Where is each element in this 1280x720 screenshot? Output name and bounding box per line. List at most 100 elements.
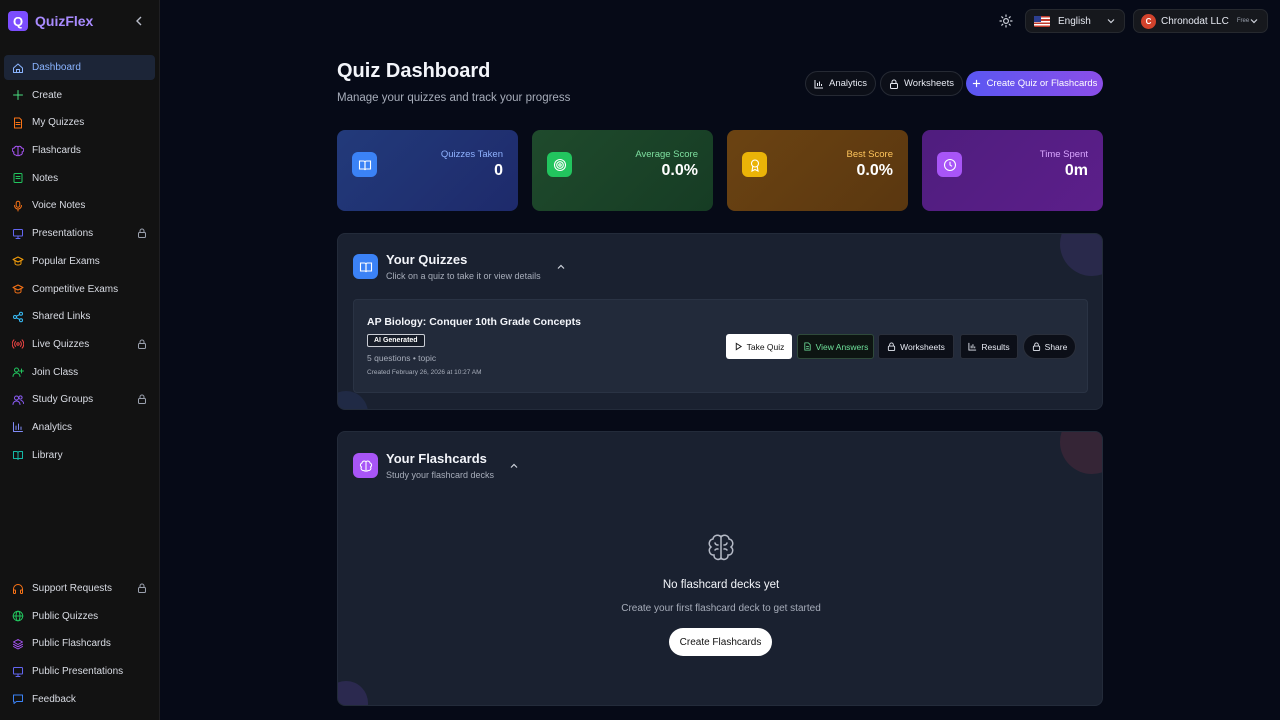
stat-value: 0.0% [661, 162, 698, 179]
lock-icon [138, 339, 146, 349]
file-icon [12, 117, 24, 129]
brand[interactable]: Q QuizFlex [8, 11, 93, 31]
theme-toggle-button[interactable] [999, 14, 1013, 28]
brand-name: QuizFlex [35, 13, 94, 29]
sidebar-item-label: Public Quizzes [32, 610, 99, 622]
collapse-sidebar-button[interactable] [132, 15, 146, 29]
create-quiz-button[interactable]: Create Quiz or Flashcards [966, 71, 1103, 96]
worksheets-button[interactable]: Worksheets [880, 71, 963, 96]
sidebar-item-analytics[interactable]: Analytics [4, 415, 155, 440]
sidebar-item-label: Create [32, 89, 63, 101]
sidebar-item-live-quizzes[interactable]: Live Quizzes [4, 332, 155, 357]
sidebar-item-presentations[interactable]: Presentations [4, 221, 155, 246]
results-button[interactable]: Results [960, 334, 1018, 359]
stat-card-average-score: Average Score 0.0% [532, 130, 713, 211]
sidebar-item-library[interactable]: Library [4, 443, 155, 468]
lock-icon [138, 228, 146, 239]
lock-icon [138, 583, 146, 593]
sidebar-item-support-requests[interactable]: Support Requests [4, 576, 155, 601]
quiz-created-date: Created February 26, 2026 at 10:27 AM [367, 369, 482, 376]
quiz-meta: 5 questions • topic [367, 353, 437, 363]
sidebar-item-label: Library [32, 449, 63, 461]
sidebar-item-public-quizzes[interactable]: Public Quizzes [4, 604, 155, 629]
sidebar-item-competitive-exams[interactable]: Competitive Exams [4, 277, 155, 302]
target-icon [547, 152, 572, 177]
message-icon [12, 693, 24, 705]
broadcast-icon [12, 338, 24, 350]
headphones-icon [12, 583, 24, 595]
sidebar-item-feedback[interactable]: Feedback [4, 687, 155, 712]
book-open-icon [352, 152, 377, 177]
view-answers-button[interactable]: View Answers [797, 334, 874, 359]
sidebar-item-notes[interactable]: Notes [4, 166, 155, 191]
lock-icon [888, 342, 896, 351]
language-label: English [1058, 15, 1091, 27]
sidebar-item-create[interactable]: Create [4, 83, 155, 108]
award-icon [742, 152, 767, 177]
sidebar-item-voice-notes[interactable]: Voice Notes [4, 193, 155, 218]
sidebar-item-label: Presentations [32, 228, 94, 240]
section-subtitle: Click on a quiz to take it or view detai… [386, 271, 541, 281]
stat-card-best-score: Best Score 0.0% [727, 130, 908, 211]
home-icon [12, 62, 24, 74]
sidebar: Q QuizFlex Dashboard Create My Quizzes Flas… [0, 0, 160, 720]
sidebar-item-label: Dashboard [32, 62, 81, 73]
mic-icon [12, 200, 24, 212]
stat-value: 0m [1064, 162, 1088, 179]
quiz-worksheets-button[interactable]: Worksheets [878, 334, 954, 359]
sidebar-item-label: Feedback [32, 693, 76, 705]
results-label: Results [981, 341, 1010, 352]
sidebar-item-public-flashcards[interactable]: Public Flashcards [4, 631, 155, 656]
stat-label: Average Score [635, 149, 698, 160]
empty-state-subtitle: Create your first flashcard deck to get … [621, 603, 821, 614]
quiz-card[interactable]: AP Biology: Conquer 10th Grade Concepts … [353, 299, 1088, 393]
sidebar-item-label: Popular Exams [32, 255, 100, 267]
stat-value: 0 [494, 162, 503, 179]
section-title: Your Quizzes [386, 252, 468, 267]
sidebar-item-label: Analytics [32, 421, 73, 433]
chevron-up-icon[interactable] [556, 262, 566, 272]
share-button[interactable]: Share [1023, 334, 1076, 359]
user-menu-button[interactable]: C Chronodat LLC Free [1133, 9, 1268, 33]
stat-label: Time Spent [1039, 149, 1088, 160]
bar-chart-icon [968, 342, 977, 351]
stat-label: Quizzes Taken [440, 149, 503, 160]
brand-logo: Q [8, 11, 28, 31]
decorative-circle [338, 391, 368, 409]
take-quiz-label: Take Quiz [746, 341, 785, 352]
sidebar-item-public-presentations[interactable]: Public Presentations [4, 659, 155, 684]
sidebar-item-join-class[interactable]: Join Class [4, 360, 155, 385]
sidebar-item-label: Study Groups [32, 394, 94, 406]
analytics-button[interactable]: Analytics [805, 71, 877, 96]
stat-card-quizzes-taken: Quizzes Taken 0 [337, 130, 518, 211]
create-label: Create Quiz or Flashcards [986, 78, 1098, 89]
plus-icon [12, 89, 24, 101]
sidebar-item-study-groups[interactable]: Study Groups [4, 387, 155, 412]
take-quiz-button[interactable]: Take Quiz [726, 334, 792, 359]
sidebar-item-label: Notes [32, 172, 59, 184]
sidebar-item-dashboard[interactable]: Dashboard [4, 55, 155, 80]
section-subtitle: Study your flashcard decks [386, 470, 495, 480]
plus-icon [972, 79, 980, 88]
analytics-label: Analytics [829, 78, 868, 89]
quiz-title: AP Biology: Conquer 10th Grade Concepts [367, 316, 581, 328]
graduation-cap-icon [12, 283, 24, 295]
stat-card-time-spent: Time Spent 0m [922, 130, 1103, 211]
chevron-up-icon[interactable] [509, 461, 519, 471]
sun-icon [999, 14, 1013, 28]
your-flashcards-section: Your Flashcards Study your flashcard dec… [337, 431, 1103, 706]
sidebar-item-shared-links[interactable]: Shared Links [4, 304, 155, 329]
sidebar-item-popular-exams[interactable]: Popular Exams [4, 249, 155, 274]
users-icon [12, 394, 24, 406]
document-icon [804, 342, 811, 351]
language-select[interactable]: English [1025, 9, 1125, 33]
sidebar-nav: Dashboard Create My Quizzes Flashcards Notes… [4, 55, 155, 470]
chevron-down-icon [1250, 19, 1258, 24]
create-flashcards-button[interactable]: Create Flashcards [669, 628, 772, 656]
user-name: Chronodat LLC [1161, 15, 1229, 27]
sidebar-item-label: Voice Notes [32, 200, 86, 212]
decorative-circle [338, 681, 368, 705]
sidebar-item-my-quizzes[interactable]: My Quizzes [4, 110, 155, 135]
brain-icon [708, 534, 734, 561]
sidebar-item-flashcards[interactable]: Flashcards [4, 138, 155, 163]
